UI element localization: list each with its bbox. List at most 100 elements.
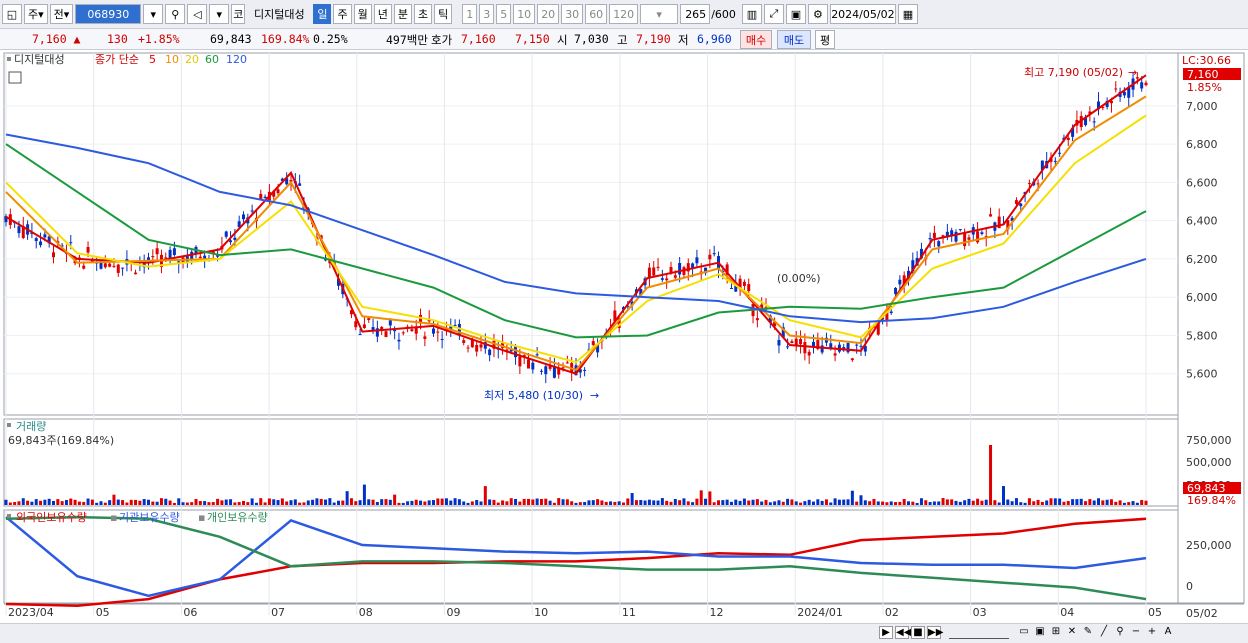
- volume-bar: [777, 500, 781, 505]
- plus-icon[interactable]: +: [1145, 626, 1159, 639]
- market-type2-select[interactable]: 전 ▾: [49, 4, 74, 24]
- volume-bar: [172, 502, 176, 505]
- volume-bar: [1023, 502, 1027, 505]
- draw-icon[interactable]: ✎: [1081, 626, 1095, 639]
- gear-icon[interactable]: ⚙: [807, 4, 828, 24]
- candle-body: [475, 344, 479, 352]
- volume-bar: [298, 502, 302, 505]
- volume-bar: [794, 501, 798, 505]
- calendar-icon[interactable]: ▦: [897, 4, 918, 24]
- code-dropdown-icon[interactable]: ▾: [143, 4, 164, 24]
- save-icon[interactable]: ▣: [785, 4, 806, 24]
- text-size-icon[interactable]: A: [1161, 626, 1175, 639]
- volume-bar: [1014, 498, 1018, 505]
- volume-bar: [885, 502, 889, 505]
- window-icon[interactable]: ◱: [2, 4, 22, 24]
- volume-bar: [781, 501, 785, 505]
- interval-60-button[interactable]: 60: [585, 4, 608, 24]
- interval-30-button[interactable]: 30: [561, 4, 584, 24]
- volume-bar: [345, 491, 349, 505]
- candle-body: [742, 281, 746, 286]
- volume-bar: [902, 499, 906, 505]
- volume-bar: [665, 500, 669, 505]
- candle-body: [660, 278, 664, 280]
- period-day-button[interactable]: 일: [313, 4, 332, 24]
- interval-1-button[interactable]: 1: [462, 4, 478, 24]
- more-icon[interactable]: ▾: [209, 4, 230, 24]
- period-week-button[interactable]: 주: [333, 4, 352, 24]
- period-tick-button[interactable]: 틱: [434, 4, 453, 24]
- nav-controls: ▶ ◀◀ ■ ▶▶ ▭ ▣ ⊞ ✕ ✎ ╱ ⚲ − + A: [879, 626, 1175, 639]
- period-month-button[interactable]: 월: [353, 4, 372, 24]
- zoom-icon[interactable]: ⚲: [1113, 626, 1127, 639]
- ma-20-legend: 20: [185, 53, 199, 66]
- period-year-button[interactable]: 년: [373, 4, 392, 24]
- volume-bar: [824, 499, 828, 505]
- line-icon[interactable]: ╱: [1097, 626, 1111, 639]
- split-icon[interactable]: ▣: [1033, 626, 1047, 639]
- volume-bar: [1006, 499, 1010, 505]
- volume-bar: [760, 501, 764, 505]
- period-second-button[interactable]: 초: [413, 4, 433, 24]
- sell-button[interactable]: 매도: [777, 30, 811, 49]
- candle-body: [103, 263, 107, 268]
- stop-icon[interactable]: ■: [911, 626, 925, 639]
- vol-tick-500k: 500,000: [1186, 456, 1232, 469]
- cross-icon[interactable]: ✕: [1065, 626, 1079, 639]
- price-panel-name: 디지털대성: [14, 53, 65, 66]
- volume-bar: [850, 490, 854, 505]
- volume-bar: [846, 499, 850, 505]
- rewind-icon[interactable]: ◀◀: [895, 626, 911, 639]
- candle-body: [678, 263, 682, 275]
- zoom-slider[interactable]: [949, 626, 1009, 639]
- candle-body: [656, 266, 660, 268]
- volume-bar: [203, 501, 207, 505]
- volume-bar: [164, 498, 168, 505]
- volume-bar: [799, 502, 803, 505]
- candle-body: [263, 196, 267, 199]
- interval-select[interactable]: ▾: [640, 4, 679, 24]
- tool-icon[interactable]: ⤢: [763, 4, 784, 24]
- candle-body: [410, 329, 414, 332]
- period-minute-button[interactable]: 분: [393, 4, 412, 24]
- market-type-select[interactable]: 주 ▾: [24, 4, 48, 24]
- candle-body: [1066, 137, 1070, 141]
- volume-bar: [842, 499, 846, 505]
- volume-bar: [751, 499, 755, 505]
- scroll-right-icon[interactable]: ▶: [879, 626, 893, 639]
- volume-bar: [483, 486, 487, 505]
- eval-button[interactable]: 평: [815, 30, 835, 49]
- interval-20-button[interactable]: 20: [537, 4, 560, 24]
- minus-icon[interactable]: −: [1129, 626, 1143, 639]
- date-input[interactable]: 2024/05/02: [829, 4, 896, 24]
- volume-bar: [26, 500, 30, 505]
- fast-forward-icon[interactable]: ▶▶: [927, 626, 943, 639]
- code-input[interactable]: 068930: [75, 4, 142, 24]
- candle-body: [358, 334, 362, 336]
- grid-icon[interactable]: ⊞: [1049, 626, 1063, 639]
- search-icon[interactable]: ⚲: [165, 4, 186, 24]
- volume-bar: [181, 502, 185, 505]
- volume-bar: [872, 498, 876, 505]
- volume-bar: [423, 501, 427, 505]
- candle-body: [647, 267, 651, 278]
- count-input[interactable]: 265: [680, 4, 711, 24]
- volume-bar: [531, 499, 535, 505]
- interval-10-button[interactable]: 10: [513, 4, 536, 24]
- sound-icon[interactable]: ◁: [187, 4, 208, 24]
- volume-bar: [764, 499, 768, 505]
- volume-bar: [1140, 499, 1144, 505]
- calculator-icon[interactable]: [8, 71, 22, 84]
- chart-type-icon[interactable]: ▥: [741, 4, 762, 24]
- interval-3-button[interactable]: 3: [479, 4, 495, 24]
- volume-bar: [669, 501, 673, 505]
- volume-bar: [639, 499, 643, 505]
- price-tick: 7,000: [1186, 100, 1218, 113]
- volume-bar: [337, 500, 340, 505]
- interval-120-button[interactable]: 120: [609, 4, 639, 24]
- buy-button[interactable]: 매수: [740, 30, 772, 49]
- interval-5-button[interactable]: 5: [496, 4, 512, 24]
- volume-bar: [889, 501, 893, 505]
- candle-body: [712, 253, 716, 255]
- layout-icon[interactable]: ▭: [1017, 626, 1031, 639]
